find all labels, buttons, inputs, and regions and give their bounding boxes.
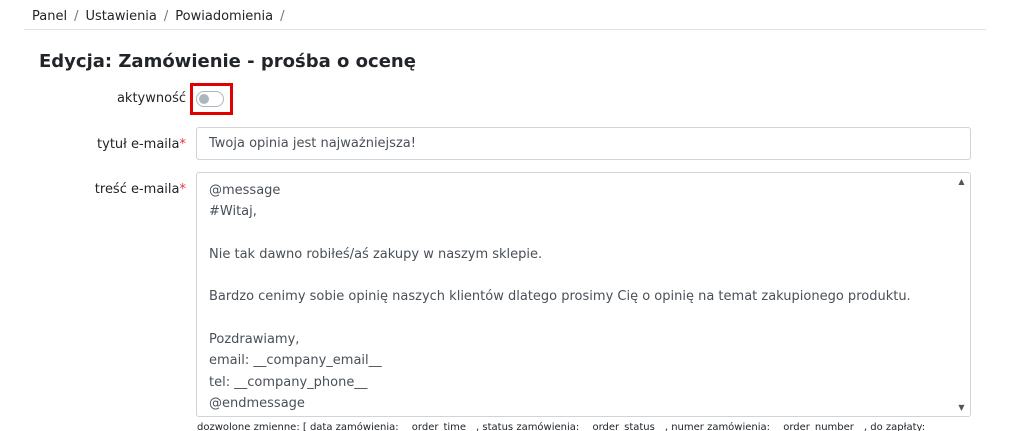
- body-line: Bardzo cenimy sobie opinię naszych klien…: [209, 289, 911, 305]
- body-line: [209, 223, 946, 244]
- body-line: [209, 308, 946, 329]
- breadcrumb-settings[interactable]: Ustawienia: [85, 9, 156, 24]
- body-line: tel: __company_phone__: [209, 374, 368, 390]
- email-title-label-text: tytuł e-maila: [97, 137, 180, 152]
- active-label: aktywność: [116, 91, 186, 106]
- email-title-input[interactable]: [196, 127, 971, 160]
- email-body-textarea[interactable]: @message #Witaj, Nie tak dawno robiłeś/a…: [196, 172, 971, 417]
- body-line: @endmessage: [209, 395, 305, 411]
- breadcrumb-panel[interactable]: Panel: [32, 9, 67, 24]
- toggle-knob: [199, 94, 209, 104]
- breadcrumb-notifications[interactable]: Powiadomienia: [175, 9, 273, 24]
- breadcrumb: Panel / Ustawienia / Powiadomienia /: [32, 9, 292, 24]
- breadcrumb-separator: /: [163, 9, 169, 24]
- chevron-up-icon[interactable]: ▲: [957, 177, 966, 186]
- chevron-down-icon[interactable]: ▼: [957, 403, 966, 412]
- header-divider: [24, 29, 986, 30]
- breadcrumb-separator: /: [280, 9, 285, 24]
- required-mark: *: [179, 182, 187, 197]
- body-line: Pozdrawiamy,: [209, 332, 300, 348]
- variables-hint: dozwolone zmienne: [ data zamówienia: __…: [197, 422, 939, 431]
- page-title: Edycja: Zamówienie - prośba o ocenę: [39, 51, 416, 72]
- required-mark: *: [179, 137, 187, 152]
- email-body-label: treść e-maila*: [95, 182, 186, 197]
- email-body-label-text: treść e-maila: [94, 182, 180, 197]
- email-title-label: tytuł e-maila*: [97, 137, 186, 152]
- email-body-content: @message #Witaj, Nie tak dawno robiłeś/a…: [209, 180, 946, 414]
- body-line: [209, 265, 946, 286]
- active-toggle[interactable]: [196, 91, 224, 107]
- textarea-scrollbar[interactable]: ▲ ▼: [953, 173, 970, 416]
- body-line: #Witaj,: [209, 204, 257, 220]
- body-line: email: __company_email__: [209, 353, 382, 369]
- body-line: Nie tak dawno robiłeś/aś zakupy w naszym…: [209, 246, 543, 262]
- breadcrumb-separator: /: [74, 9, 79, 24]
- body-line: @message: [209, 183, 281, 198]
